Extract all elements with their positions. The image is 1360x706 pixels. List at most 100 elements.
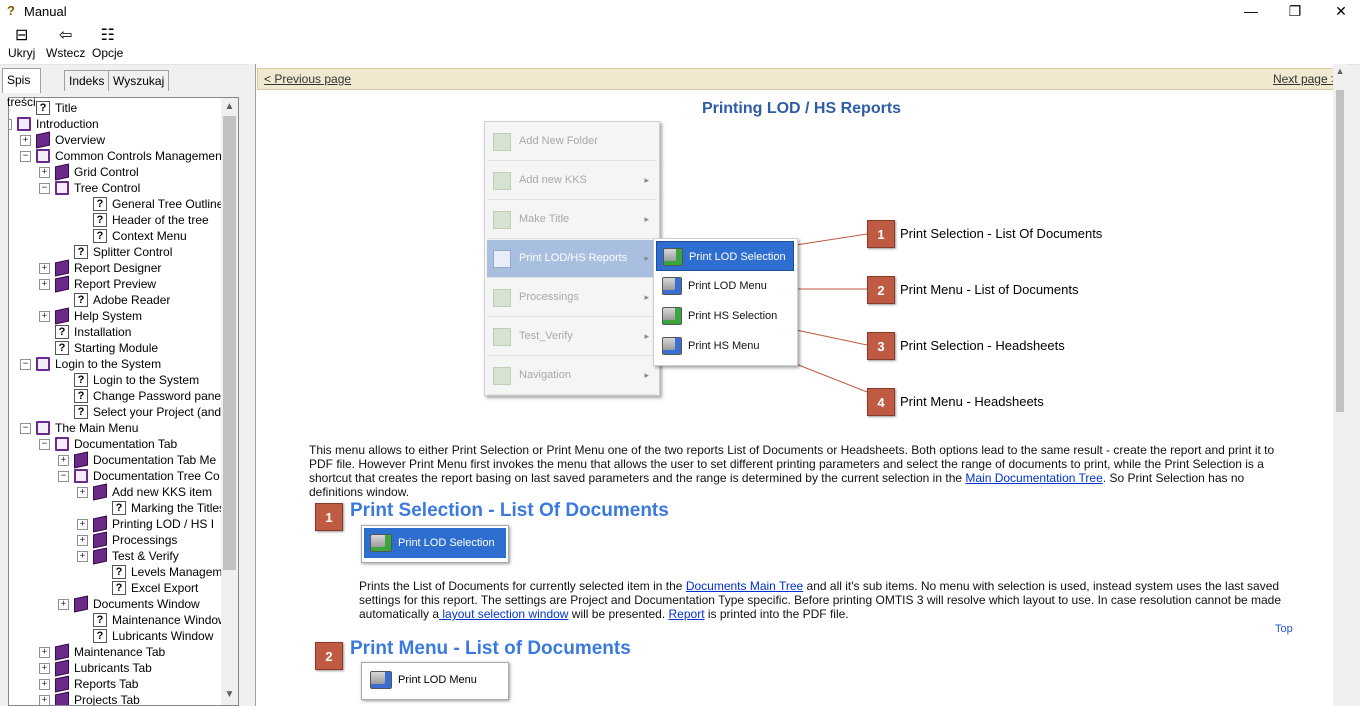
- tree-item[interactable]: + Processings: [9, 531, 219, 549]
- tree-item[interactable]: + Overview: [9, 131, 219, 149]
- tree-item[interactable]: + Documentation Tab Me: [9, 451, 219, 469]
- tree-item[interactable]: ? Splitter Control: [9, 244, 219, 260]
- expand-icon[interactable]: +: [39, 647, 50, 658]
- collapse-icon[interactable]: −: [9, 119, 12, 130]
- tree-item[interactable]: ? Header of the tree: [9, 212, 219, 228]
- menu-item-label: Print LOD/HS Reports: [519, 252, 628, 264]
- expand-icon[interactable]: +: [39, 167, 50, 178]
- scroll-down-icon[interactable]: ▼: [221, 686, 238, 703]
- expand-icon[interactable]: +: [39, 695, 50, 705]
- tab-contents[interactable]: Spis treści: [2, 68, 41, 109]
- main-documentation-tree-link[interactable]: Main Documentation Tree: [965, 471, 1102, 485]
- tree-item[interactable]: ? Adobe Reader: [9, 292, 219, 308]
- tree-item[interactable]: − Common Controls Management: [9, 148, 225, 164]
- expand-icon[interactable]: +: [39, 263, 50, 274]
- collapse-icon[interactable]: −: [20, 151, 31, 162]
- expand-icon[interactable]: +: [39, 311, 50, 322]
- close-button[interactable]: ✕: [1318, 0, 1360, 24]
- previous-page-link[interactable]: < Previous page: [264, 72, 351, 86]
- submenu-arrow-icon: ▸: [644, 370, 649, 380]
- layout-selection-window-link[interactable]: layout selection window: [439, 607, 568, 621]
- options-button[interactable]: ☷ Opcje: [92, 26, 123, 60]
- back-button[interactable]: ⇦ Wstecz: [46, 26, 85, 60]
- tree-item[interactable]: + Report Designer: [9, 259, 219, 277]
- tree-item[interactable]: ? General Tree Outline: [9, 196, 223, 212]
- tree-item[interactable]: ? Levels Managemen: [9, 564, 236, 580]
- hide-button[interactable]: ⊟ Ukryj: [8, 26, 35, 60]
- tree-item[interactable]: + Maintenance Tab: [9, 643, 219, 661]
- content-scrollbar[interactable]: ▲: [1333, 64, 1347, 706]
- expand-icon[interactable]: +: [77, 519, 88, 530]
- tree-item[interactable]: − The Main Menu: [9, 420, 219, 436]
- tree-item[interactable]: ? Select your Project (and / o: [9, 404, 238, 420]
- restore-button[interactable]: ❐: [1272, 0, 1318, 24]
- collapse-icon[interactable]: −: [39, 439, 50, 450]
- tree-item[interactable]: + Documents Window: [9, 595, 219, 613]
- print-lod-menu-image: Print LOD Menu: [361, 662, 509, 700]
- collapse-icon[interactable]: −: [20, 423, 31, 434]
- tree-item[interactable]: ? Excel Export: [9, 580, 219, 596]
- expand-icon[interactable]: +: [58, 599, 69, 610]
- contents-tree[interactable]: + Projects Tab + Reports Tab + Lubricants Tab…: [8, 97, 239, 706]
- tree-item[interactable]: ? Change Password pane: [9, 388, 221, 404]
- tree-item[interactable]: − Introduction: [9, 116, 219, 132]
- tree-item-label: Starting Module: [74, 341, 159, 355]
- tree-item[interactable]: ? Lubricants Window: [9, 628, 219, 644]
- tree-item[interactable]: − Login to the System: [9, 356, 219, 372]
- tree-item-label: Login to the System: [55, 357, 162, 371]
- collapse-icon[interactable]: −: [39, 183, 50, 194]
- tree-item[interactable]: + Add new KKS item: [9, 483, 219, 501]
- tree-item[interactable]: + Grid Control: [9, 163, 219, 181]
- collapse-icon[interactable]: −: [58, 471, 69, 482]
- section1-title: Print Selection - List Of Documents: [350, 500, 669, 521]
- tree-item[interactable]: − Tree Control: [9, 180, 219, 196]
- tree-item[interactable]: + Test & Verify: [9, 547, 219, 565]
- tree-item[interactable]: + Help System: [9, 307, 219, 325]
- tree-item[interactable]: ? Login to the System: [9, 372, 219, 388]
- expand-icon[interactable]: +: [20, 135, 31, 146]
- tree-item[interactable]: ? Marking the Titles a: [9, 500, 235, 516]
- tree-item[interactable]: ? Title: [9, 100, 219, 116]
- tab-index[interactable]: Indeks: [64, 70, 110, 91]
- expand-icon[interactable]: +: [77, 551, 88, 562]
- report-link[interactable]: Report: [669, 607, 705, 621]
- tree-item[interactable]: + Report Preview: [9, 275, 219, 293]
- tree-item[interactable]: ? Context Menu: [9, 228, 219, 244]
- tree-item[interactable]: − Documentation Tab: [9, 436, 219, 452]
- top-link[interactable]: Top: [1275, 623, 1293, 635]
- expand-icon[interactable]: +: [58, 455, 69, 466]
- scroll-up-icon[interactable]: ▲: [221, 98, 238, 115]
- expand-icon[interactable]: +: [77, 487, 88, 498]
- tree-item[interactable]: ? Installation: [9, 324, 219, 340]
- documents-main-tree-link[interactable]: Documents Main Tree: [686, 579, 803, 593]
- submenu-item-label: Print LOD Menu: [688, 280, 767, 292]
- tree-item[interactable]: + Printing LOD / HS I: [9, 515, 219, 533]
- help-page-icon: ?: [74, 245, 88, 259]
- tree-item[interactable]: ? Maintenance Window: [9, 612, 227, 628]
- tree-item-label: Report Preview: [74, 277, 157, 291]
- expand-icon[interactable]: +: [77, 535, 88, 546]
- collapse-icon[interactable]: −: [20, 359, 31, 370]
- minimize-button[interactable]: —: [1228, 0, 1274, 24]
- closed-book-icon: [55, 643, 69, 661]
- tree-item-label: Common Controls Management: [55, 149, 226, 163]
- closed-book-icon: [55, 163, 69, 181]
- tree-item[interactable]: + Projects Tab: [9, 691, 219, 705]
- tree-item-label: Login to the System: [93, 373, 200, 387]
- tree-scroll-thumb[interactable]: [223, 116, 236, 570]
- tab-search[interactable]: Wyszukaj: [108, 70, 170, 91]
- tree-item[interactable]: ? Starting Module: [9, 340, 219, 356]
- next-page-link[interactable]: Next page >: [1273, 72, 1338, 86]
- section1-text-3: will be presented.: [568, 607, 669, 621]
- expand-icon[interactable]: +: [39, 279, 50, 290]
- tree-scrollbar[interactable]: ▲ ▼: [221, 98, 238, 705]
- tree-item-label: Documentation Tree Co: [93, 469, 220, 483]
- scroll-up-icon[interactable]: ▲: [1333, 64, 1347, 78]
- content-scroll-thumb[interactable]: [1336, 90, 1344, 412]
- expand-icon[interactable]: +: [39, 679, 50, 690]
- tree-item[interactable]: + Lubricants Tab: [9, 659, 219, 677]
- tree-item[interactable]: − Documentation Tree Co: [9, 468, 220, 484]
- tree-item[interactable]: + Reports Tab: [9, 675, 219, 693]
- expand-icon[interactable]: +: [39, 663, 50, 674]
- title-bar: ? Manual — ❐ ✕: [0, 0, 1360, 24]
